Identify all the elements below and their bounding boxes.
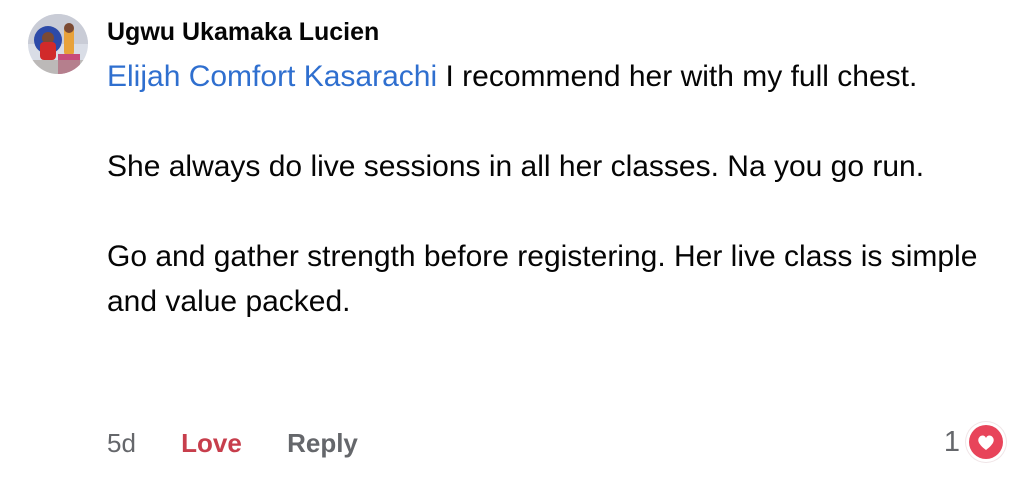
comment-body: Elijah Comfort Kasarachi I recommend her… (107, 54, 987, 324)
comment-paragraph-2: She always do live sessions in all her c… (107, 150, 925, 183)
reaction-count: 1 (943, 425, 960, 458)
comment-author[interactable]: Ugwu Ukamaka Lucien (107, 18, 379, 47)
mention-link[interactable]: Elijah Comfort Kasarachi (107, 60, 437, 93)
heart-icon (969, 425, 1003, 459)
avatar[interactable] (28, 14, 88, 74)
avatar-image (28, 14, 88, 74)
comment-paragraph-1-text: I recommend her with my full chest. (437, 60, 918, 93)
comment-actions: 5d Love Reply (107, 428, 396, 459)
reaction-summary[interactable]: 1 (944, 422, 1006, 462)
reply-button[interactable]: Reply (287, 428, 358, 459)
heart-reaction-icon (966, 422, 1006, 462)
comment-paragraph-1: Elijah Comfort Kasarachi I recommend her… (107, 54, 987, 99)
love-button[interactable]: Love (181, 428, 242, 459)
timestamp[interactable]: 5d (107, 428, 136, 459)
comment-paragraph-3: Go and gather strength before registerin… (107, 240, 978, 318)
